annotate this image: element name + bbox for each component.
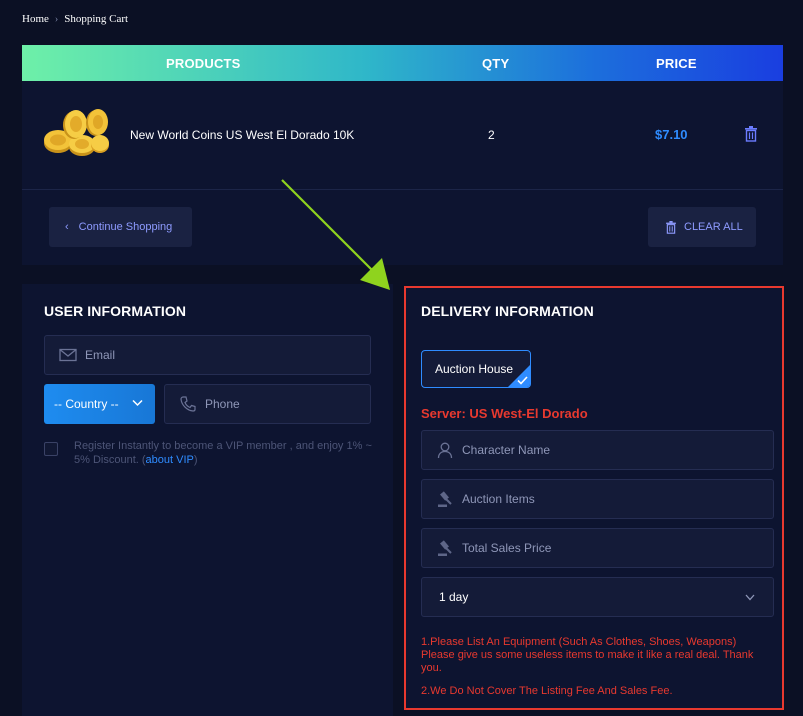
phone-icon	[180, 396, 196, 412]
vip-checkbox[interactable]	[44, 442, 58, 456]
user-icon	[437, 442, 453, 459]
product-price: $7.10	[655, 127, 688, 142]
auction-items-field[interactable]: Auction Items	[421, 479, 774, 519]
total-sales-price-placeholder: Total Sales Price	[462, 541, 552, 555]
phone-placeholder: Phone	[205, 397, 240, 411]
gavel-icon	[438, 491, 452, 507]
user-information-panel: USER INFORMATION Email -- Country -- Pho…	[22, 284, 393, 716]
vip-text: Register Instantly to become a VIP membe…	[74, 440, 372, 466]
delivery-note-1: 1.Please List An Equipment (Such As Clot…	[421, 636, 754, 674]
cart-table: PRODUCTS QTY PRICE New World Coins US We…	[22, 45, 783, 265]
server-label: Server: US West-El Dorado	[421, 406, 588, 421]
about-vip-link[interactable]: about VIP	[146, 454, 194, 466]
check-icon	[517, 376, 528, 385]
chevron-left-icon: ‹	[65, 221, 69, 233]
table-row: New World Coins US West El Dorado 10K 2 …	[22, 81, 783, 190]
breadcrumb-home[interactable]: Home	[22, 13, 49, 25]
header-price: PRICE	[656, 56, 697, 71]
chevron-down-icon	[745, 594, 755, 601]
duration-value: 1 day	[439, 590, 469, 604]
product-name[interactable]: New World Coins US West El Dorado 10K	[130, 128, 354, 142]
duration-select[interactable]: 1 day	[421, 577, 774, 617]
continue-shopping-label: Continue Shopping	[78, 221, 173, 233]
breadcrumb: Home › Shopping Cart	[22, 13, 128, 25]
auction-items-placeholder: Auction Items	[462, 492, 535, 506]
email-placeholder: Email	[85, 348, 116, 362]
email-field[interactable]: Email	[44, 335, 371, 375]
gold-coins-icon	[44, 109, 109, 156]
delivery-note-2: 2.We Do Not Cover The Listing Fee And Sa…	[421, 685, 673, 697]
auction-house-label: Auction House	[435, 362, 514, 376]
trash-icon	[666, 220, 676, 234]
product-qty: 2	[488, 128, 495, 142]
chevron-right-icon: ›	[54, 13, 59, 25]
delivery-information-title: DELIVERY INFORMATION	[421, 303, 594, 319]
character-name-placeholder: Character Name	[462, 443, 551, 457]
auction-house-option[interactable]: Auction House	[421, 350, 531, 388]
chevron-down-icon	[132, 399, 143, 407]
delivery-notes: 1.Please List An Equipment (Such As Clot…	[421, 636, 771, 708]
character-name-field[interactable]: Character Name	[421, 430, 774, 470]
delivery-information-panel: DELIVERY INFORMATION Auction House Serve…	[404, 286, 784, 710]
total-sales-price-field[interactable]: Total Sales Price	[421, 528, 774, 568]
continue-shopping-button[interactable]: ‹ Continue Shopping	[49, 207, 192, 247]
gavel-icon	[438, 540, 452, 556]
trash-icon[interactable]	[744, 126, 758, 142]
clear-all-label: CLEAR ALL	[684, 221, 743, 233]
header-products: PRODUCTS	[166, 56, 241, 71]
clear-all-button[interactable]: CLEAR ALL	[648, 207, 756, 247]
vip-register-option: Register Instantly to become a VIP membe…	[44, 439, 374, 467]
country-select[interactable]: -- Country --	[44, 384, 155, 424]
phone-field[interactable]: Phone	[164, 384, 371, 424]
envelope-icon	[59, 348, 77, 362]
header-qty: QTY	[482, 56, 510, 71]
user-information-title: USER INFORMATION	[44, 303, 187, 319]
country-label: -- Country --	[54, 397, 119, 411]
cart-header: PRODUCTS QTY PRICE	[22, 45, 783, 81]
breadcrumb-current: Shopping Cart	[64, 13, 129, 25]
